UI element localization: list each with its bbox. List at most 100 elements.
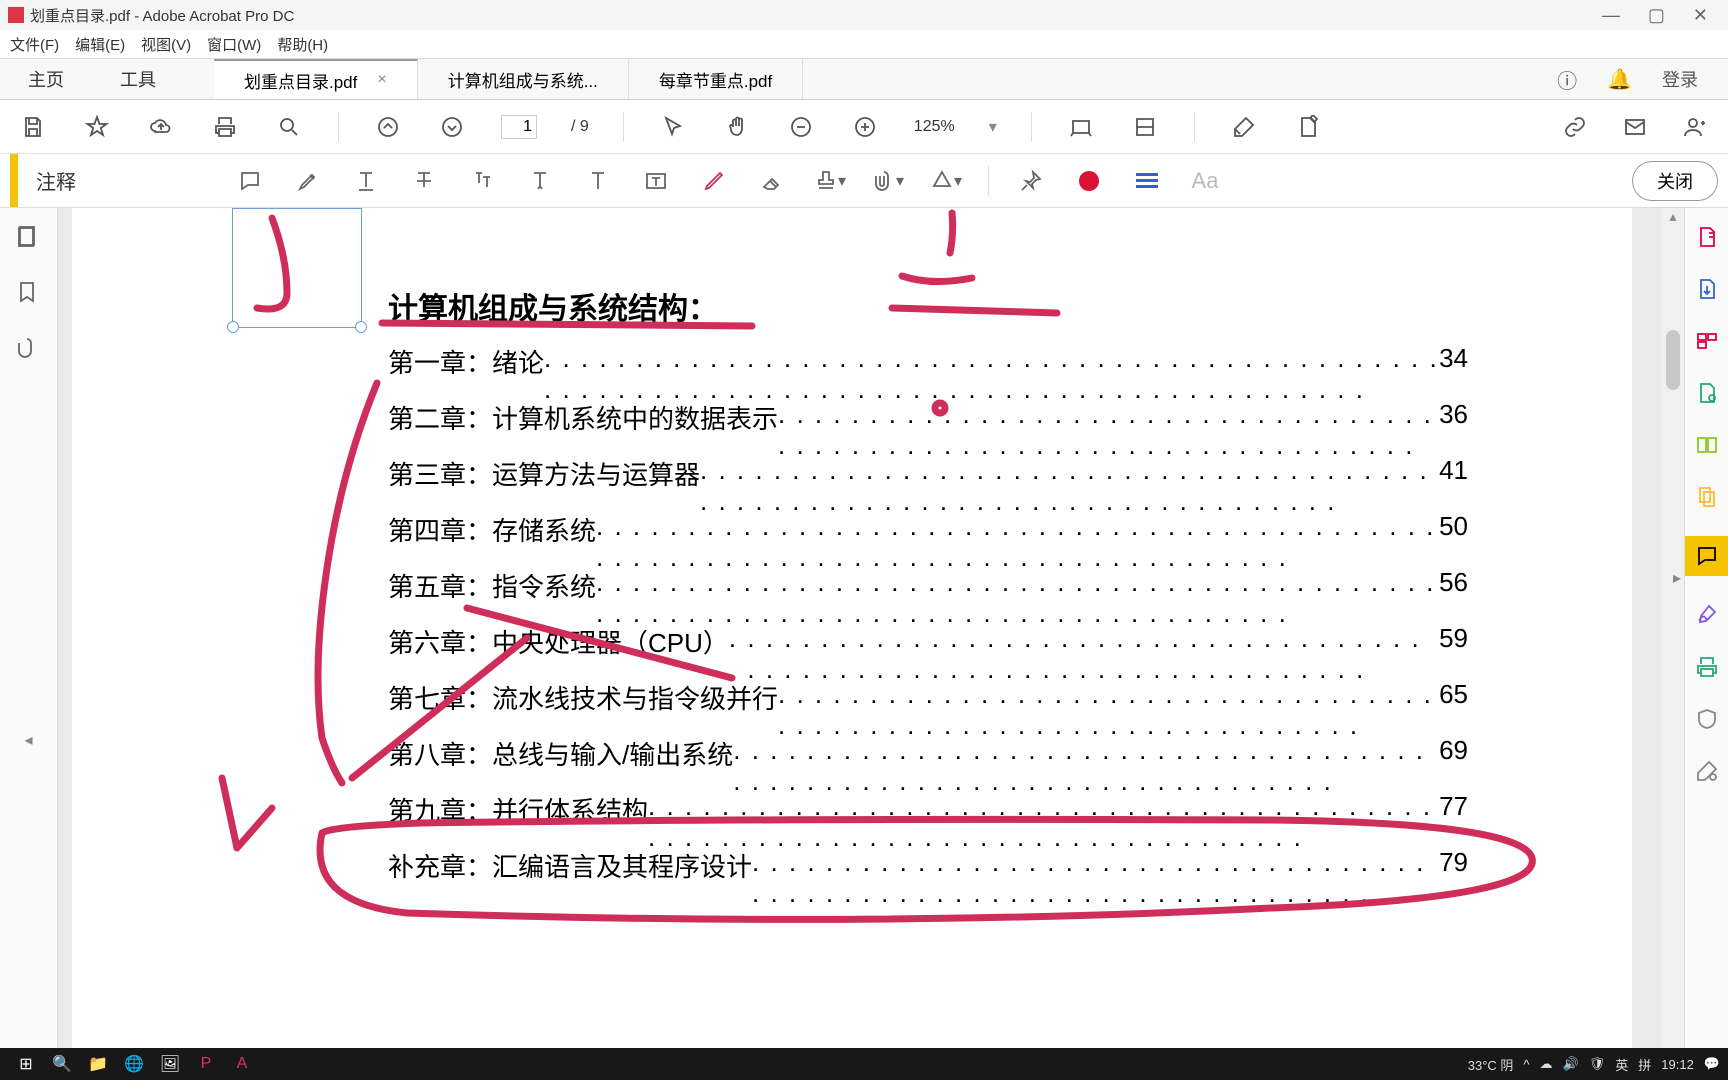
line-weight-icon[interactable] (1131, 165, 1163, 197)
combine-files-icon[interactable] (1694, 484, 1720, 510)
shapes-icon[interactable]: ▾ (930, 165, 962, 197)
link-icon[interactable] (1560, 112, 1590, 142)
maximize-button[interactable]: ▢ (1648, 5, 1665, 26)
right-collapse-icon[interactable]: ▸ (1673, 568, 1681, 588)
weather-widget[interactable]: 33°C 阴 (1468, 1055, 1514, 1074)
export-pdf-icon[interactable] (1694, 276, 1720, 302)
menu-file[interactable]: 文件(F) (10, 34, 59, 55)
chrome-icon[interactable]: 🌐 (116, 1050, 152, 1078)
annotation-close-button[interactable]: 关闭 (1632, 161, 1718, 201)
page-input[interactable] (501, 115, 537, 139)
vertical-scrollbar[interactable]: ▴ ▾ (1662, 208, 1684, 1080)
sticky-note-icon[interactable] (234, 165, 266, 197)
acrobat-taskbar-icon[interactable]: A (224, 1050, 260, 1078)
selection-handle[interactable] (355, 321, 367, 333)
page-up-icon[interactable] (373, 112, 403, 142)
toc-row: 第二章：计算机系统中的数据表示. . . . . . . . . . . . .… (388, 399, 1468, 461)
text-replace-icon[interactable] (466, 165, 498, 197)
save-icon[interactable] (18, 112, 48, 142)
tab-tools[interactable]: 工具 (92, 59, 184, 99)
email-icon[interactable] (1620, 112, 1650, 142)
scroll-thumb[interactable] (1666, 330, 1680, 390)
stamp-icon[interactable]: ▾ (814, 165, 846, 197)
text-strikethrough-icon[interactable] (408, 165, 440, 197)
sign-icon[interactable] (1694, 602, 1720, 628)
enhance-scans-icon[interactable] (1694, 380, 1720, 406)
ime-indicator[interactable]: 拼 (1638, 1055, 1651, 1074)
zoom-dropdown-icon[interactable]: ▾ (989, 117, 997, 137)
tab-home[interactable]: 主页 (0, 59, 92, 99)
color-picker[interactable] (1073, 165, 1105, 197)
search-taskbar-icon[interactable]: 🔍 (44, 1050, 80, 1078)
ime-indicator[interactable]: 英 (1615, 1055, 1628, 1074)
text-box-icon[interactable] (640, 165, 672, 197)
scroll-up-icon[interactable]: ▴ (1662, 208, 1684, 230)
close-button[interactable]: ✕ (1693, 5, 1708, 26)
doc-tab-1[interactable]: 计算机组成与系统... (418, 59, 629, 99)
tray-icon[interactable]: ^ (1523, 1057, 1529, 1072)
doc-tab-0[interactable]: 划重点目录.pdf × (214, 59, 418, 99)
app-icon-1[interactable]: 🖼 (152, 1050, 188, 1078)
pin-icon[interactable] (1015, 165, 1047, 197)
login-button[interactable]: 登录 (1662, 66, 1698, 92)
document-viewport[interactable]: 计算机组成与系统结构： 第一章：绪论. . . . . . . . . . . … (58, 208, 1662, 1080)
help-icon[interactable]: ⓘ (1557, 65, 1577, 94)
highlight-icon[interactable] (292, 165, 324, 197)
print-icon[interactable] (210, 112, 240, 142)
menu-help[interactable]: 帮助(H) (277, 34, 328, 55)
zoom-out-icon[interactable] (786, 112, 816, 142)
zoom-in-icon[interactable] (850, 112, 880, 142)
page-down-icon[interactable] (437, 112, 467, 142)
fit-page-icon[interactable] (1130, 112, 1160, 142)
start-button[interactable]: ⊞ (8, 1050, 44, 1078)
doc-tab-2[interactable]: 每章节重点.pdf (629, 59, 803, 99)
file-explorer-icon[interactable]: 📁 (80, 1050, 116, 1078)
text-icon[interactable] (582, 165, 614, 197)
bookmarks-icon[interactable] (15, 280, 43, 308)
annotation-selection[interactable] (232, 208, 362, 328)
comment-tool-active[interactable] (1685, 536, 1728, 576)
hand-icon[interactable] (722, 112, 752, 142)
tray-icon[interactable]: ☁ (1540, 1056, 1553, 1072)
more-tools-icon[interactable] (1694, 758, 1720, 784)
search-icon[interactable] (274, 112, 304, 142)
edit-pdf-icon[interactable] (1293, 112, 1323, 142)
eraser-icon[interactable] (756, 165, 788, 197)
tray-icon[interactable]: 🔊 (1563, 1056, 1579, 1072)
clock[interactable]: 19:12 (1661, 1057, 1694, 1072)
star-icon[interactable] (82, 112, 112, 142)
create-pdf-icon[interactable] (1694, 224, 1720, 250)
print-production-icon[interactable] (1694, 654, 1720, 680)
add-user-icon[interactable] (1680, 112, 1710, 142)
notification-center-icon[interactable]: 💬 (1704, 1056, 1720, 1072)
text-insert-icon[interactable] (524, 165, 556, 197)
compare-files-icon[interactable] (1694, 432, 1720, 458)
organize-pages-icon[interactable] (1694, 328, 1720, 354)
thumbnails-icon[interactable] (15, 224, 43, 252)
menu-edit[interactable]: 编辑(E) (75, 34, 125, 55)
attachments-icon[interactable] (15, 336, 43, 364)
fit-width-icon[interactable] (1066, 112, 1096, 142)
left-collapse-icon[interactable]: ◂ (24, 730, 32, 750)
font-picker[interactable]: Aa (1189, 165, 1221, 197)
tray-icon[interactable]: 🛡 (1589, 1056, 1606, 1072)
powerpoint-icon[interactable]: P (188, 1050, 224, 1078)
minimize-button[interactable]: — (1602, 5, 1620, 26)
tab-row: 主页 工具 划重点目录.pdf × 计算机组成与系统... 每章节重点.pdf … (0, 58, 1728, 100)
doc-tab-close[interactable]: × (377, 71, 386, 89)
text-underline-icon[interactable] (350, 165, 382, 197)
menu-view[interactable]: 视图(V) (141, 34, 191, 55)
pencil-icon[interactable] (698, 165, 730, 197)
protect-icon[interactable] (1694, 706, 1720, 732)
redact-icon[interactable] (1229, 112, 1259, 142)
notification-icon[interactable]: 🔔 (1607, 67, 1632, 92)
zoom-level[interactable]: 125% (914, 118, 955, 136)
toc-row: 第八章：总线与输入/输出系统. . . . . . . . . . . . . … (388, 735, 1468, 797)
pointer-icon[interactable] (658, 112, 688, 142)
cloud-icon[interactable] (146, 112, 176, 142)
menu-window[interactable]: 窗口(W) (207, 34, 261, 55)
attach-icon[interactable]: ▾ (872, 165, 904, 197)
selection-handle[interactable] (227, 321, 239, 333)
title-bar: 划重点目录.pdf - Adobe Acrobat Pro DC — ▢ ✕ (0, 0, 1728, 30)
toc-row: 补充章：汇编语言及其程序设计. . . . . . . . . . . . . … (388, 847, 1468, 909)
